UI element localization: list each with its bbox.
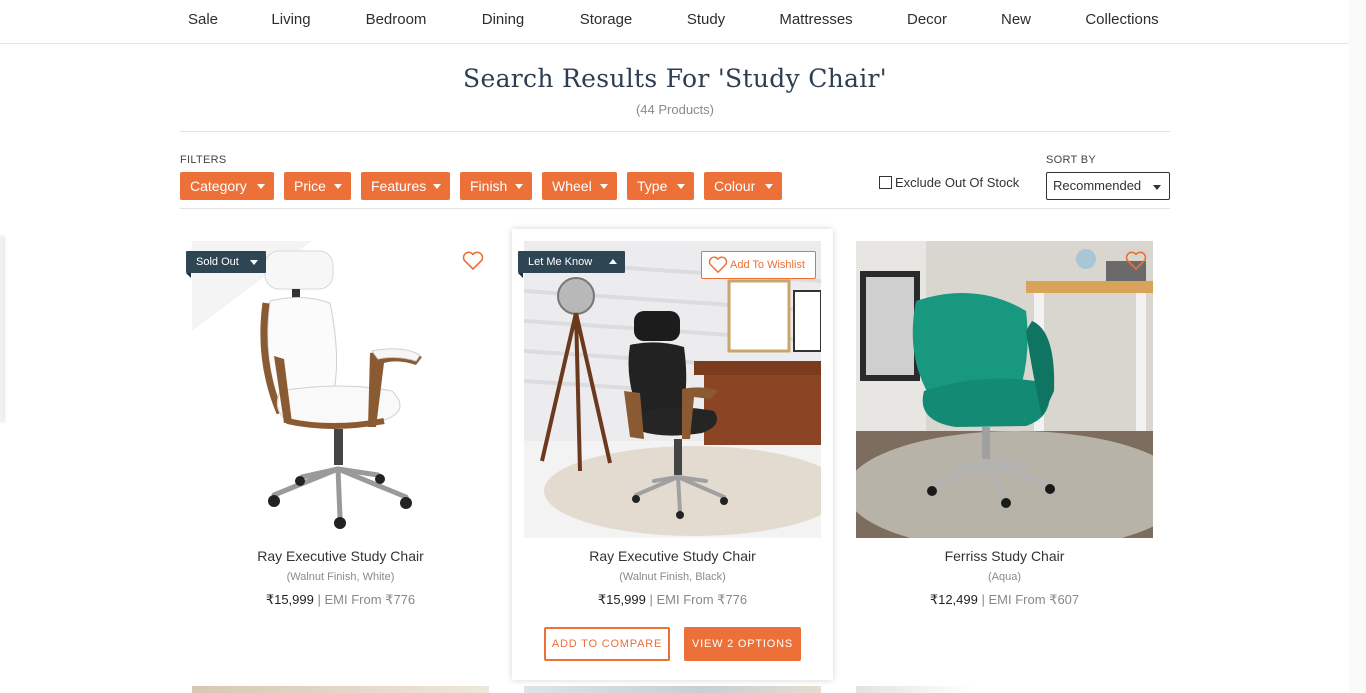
nav-item-dining[interactable]: Dining: [482, 11, 525, 28]
product-image-next-row[interactable]: [856, 686, 1153, 693]
nav-item-mattresses[interactable]: Mattresses: [779, 11, 852, 28]
view-options-button[interactable]: VIEW 2 OPTIONS: [684, 627, 801, 661]
add-to-compare-button[interactable]: ADD TO COMPARE: [544, 627, 670, 661]
product-variant: (Walnut Finish, Black): [619, 571, 726, 583]
exclude-out-of-stock-checkbox[interactable]: Exclude Out Of Stock: [879, 175, 1019, 190]
price-value: ₹15,999: [265, 592, 314, 607]
filter-label: Finish: [470, 178, 508, 194]
add-to-wishlist-button[interactable]: Add To Wishlist: [701, 251, 816, 279]
filter-label: Category: [190, 178, 247, 194]
badge-label: Let Me Know: [528, 256, 593, 268]
nav-item-study[interactable]: Study: [687, 11, 725, 28]
nav-item-bedroom[interactable]: Bedroom: [366, 11, 427, 28]
product-price: ₹12,499 | EMI From ₹607: [856, 592, 1153, 608]
caret-down-icon: [257, 184, 265, 189]
filter-label: Price: [294, 178, 326, 194]
caret-down-icon: [515, 184, 523, 189]
caret-down-icon: [1153, 185, 1161, 190]
caret-down-icon: [433, 184, 441, 189]
emi-text: EMI From ₹607: [988, 592, 1080, 607]
price-separator: |: [981, 592, 985, 607]
page-title: Search Results For 'Study Chair': [463, 64, 887, 93]
divider: [180, 131, 1170, 132]
nav-item-new[interactable]: New: [1001, 11, 1031, 28]
product-image-ferriss-aqua[interactable]: [856, 241, 1153, 538]
heart-icon: [708, 256, 728, 273]
product-image-next-row[interactable]: [192, 686, 489, 693]
filter-price-button[interactable]: Price: [284, 172, 351, 200]
filter-label: Wheel: [552, 178, 592, 194]
product-image-ray-white[interactable]: [192, 241, 489, 538]
filter-label: Colour: [714, 178, 756, 194]
filter-features-button[interactable]: Features: [361, 172, 450, 200]
filter-finish-button[interactable]: Finish: [460, 172, 532, 200]
badge-fold: [518, 273, 523, 278]
caret-down-icon: [250, 260, 258, 265]
emi-text: EMI From ₹776: [324, 592, 416, 607]
price-separator: |: [317, 592, 321, 607]
sort-value: Recommended: [1053, 178, 1142, 193]
top-navigation: Sale Living Bedroom Dining Storage Study…: [0, 0, 1349, 44]
product-price: ₹15,999 | EMI From ₹776: [524, 592, 821, 608]
product-name[interactable]: Ferriss Study Chair: [856, 548, 1153, 564]
heart-icon[interactable]: [1125, 251, 1147, 271]
price-value: ₹12,499: [929, 592, 978, 607]
nav-item-decor[interactable]: Decor: [907, 11, 947, 28]
heart-icon[interactable]: [462, 251, 484, 271]
sort-by-label: SORT BY: [1046, 154, 1096, 166]
caret-down-icon: [600, 184, 608, 189]
sold-out-badge[interactable]: Sold Out: [186, 251, 266, 278]
price-separator: |: [649, 592, 653, 607]
filter-label: Type: [637, 178, 668, 194]
product-name[interactable]: Ray Executive Study Chair: [524, 548, 821, 564]
caret-down-icon: [677, 184, 685, 189]
wishlist-label: Add To Wishlist: [730, 259, 805, 271]
emi-text: EMI From ₹776: [656, 592, 748, 607]
filter-label: Features: [371, 178, 427, 194]
badge-label: Sold Out: [196, 256, 239, 268]
product-variant: (Aqua): [987, 571, 1022, 583]
caret-down-icon: [765, 184, 773, 189]
product-image-next-row[interactable]: [524, 686, 821, 693]
exclude-out-of-stock-label: Exclude Out Of Stock: [895, 175, 1020, 190]
nav-item-living[interactable]: Living: [271, 11, 310, 28]
scrollbar[interactable]: [1349, 0, 1366, 693]
caret-up-icon: [609, 259, 617, 264]
let-me-know-badge[interactable]: Let Me Know: [518, 251, 625, 278]
filters-label: FILTERS: [180, 154, 227, 166]
price-value: ₹15,999: [597, 592, 646, 607]
caret-down-icon: [334, 184, 342, 189]
badge-fold: [186, 273, 191, 278]
product-price: ₹15,999 | EMI From ₹776: [192, 592, 489, 608]
product-name[interactable]: Ray Executive Study Chair: [192, 548, 489, 564]
filter-colour-button[interactable]: Colour: [704, 172, 782, 200]
filter-type-button[interactable]: Type: [627, 172, 694, 200]
side-feedback-tab[interactable]: [0, 236, 3, 422]
filter-wheel-button[interactable]: Wheel: [542, 172, 617, 200]
filter-category-button[interactable]: Category: [180, 172, 274, 200]
divider: [180, 208, 1170, 209]
nav-item-collections[interactable]: Collections: [1085, 11, 1158, 28]
nav-item-storage[interactable]: Storage: [580, 11, 633, 28]
product-variant: (Walnut Finish, White): [286, 571, 395, 583]
product-image-ray-black[interactable]: [524, 241, 821, 538]
sort-select[interactable]: Recommended: [1046, 172, 1170, 200]
checkbox-icon[interactable]: [879, 176, 892, 189]
product-count: (44 Products): [635, 102, 715, 117]
nav-item-sale[interactable]: Sale: [188, 11, 218, 28]
